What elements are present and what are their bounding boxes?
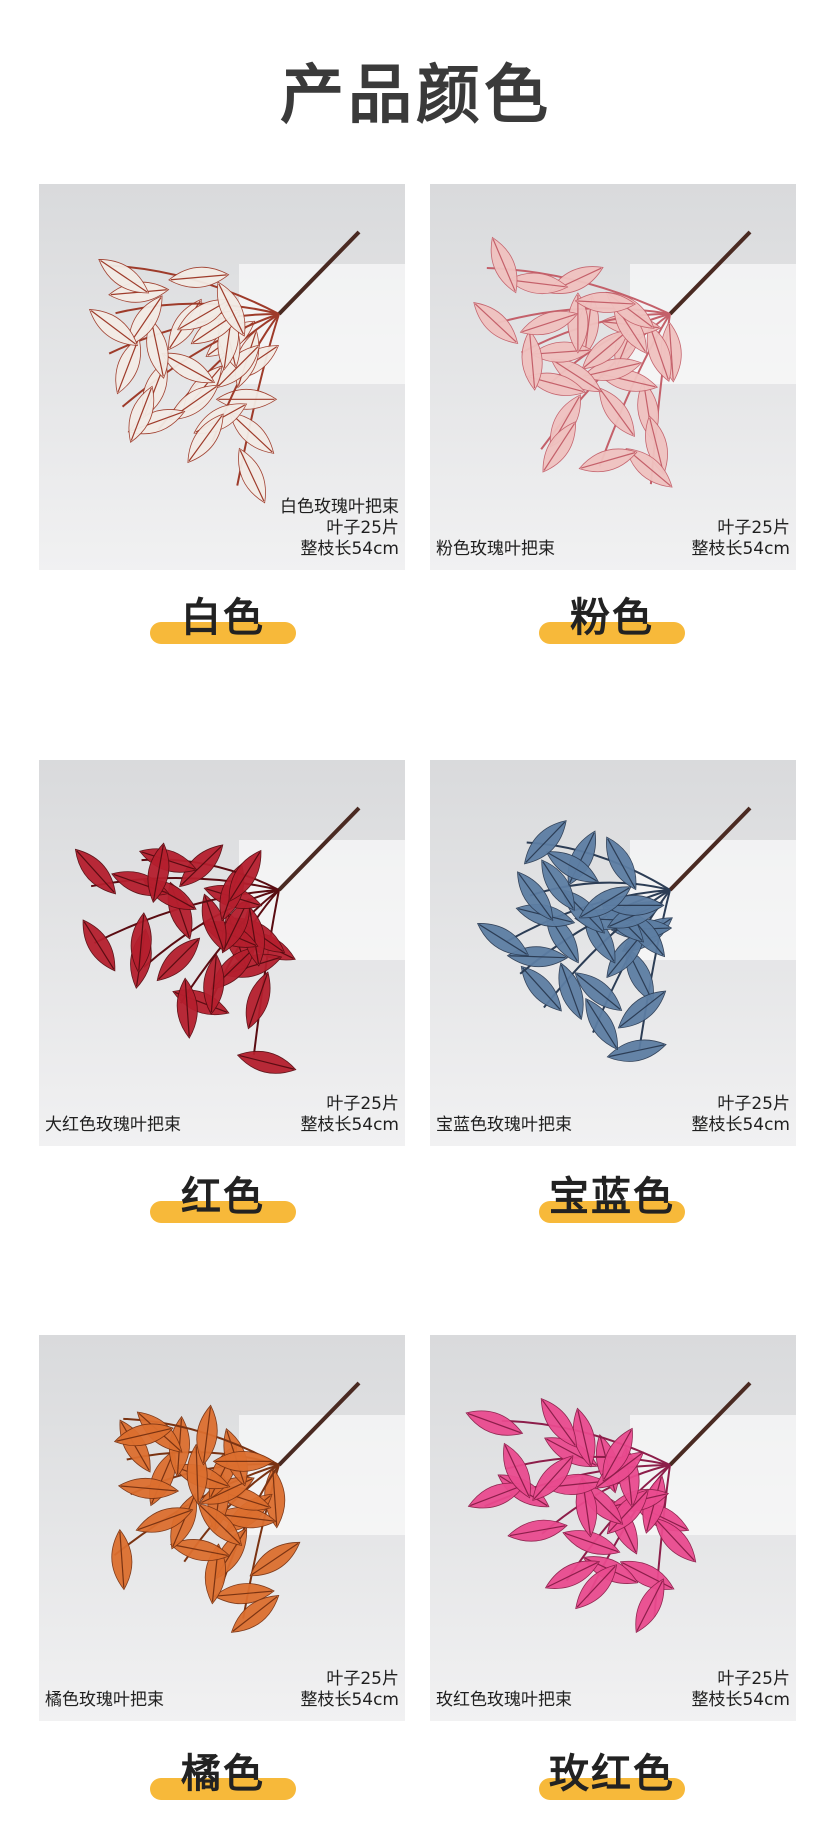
color-label-pink: 粉色: [512, 594, 712, 644]
product-name: 粉色玫瑰叶把束: [436, 539, 555, 559]
product-photo: [430, 184, 796, 570]
product-photo: [430, 760, 796, 1146]
product-photo: [39, 760, 405, 1146]
color-label-white: 白色: [123, 594, 323, 644]
color-label-orange: 橘色: [123, 1750, 323, 1800]
product-photo: [430, 1335, 796, 1721]
product-card-rose-red[interactable]: 叶子25片 玫红色玫瑰叶把束 整枝长54cm: [430, 1335, 796, 1721]
product-photo: [39, 1335, 405, 1721]
branch-length: 整枝长54cm: [691, 1115, 790, 1135]
leaf-info: 叶子25片: [717, 518, 790, 539]
product-card-white[interactable]: 白色玫瑰叶把束 叶子25片 整枝长54cm: [39, 184, 405, 570]
product-name: 玫红色玫瑰叶把束: [436, 1690, 572, 1710]
color-label-royal-blue: 宝蓝色: [512, 1173, 712, 1223]
color-label-red: 红色: [123, 1173, 323, 1223]
leaf-count: 叶子25片: [326, 1669, 399, 1689]
leaf-count: 叶子25片: [717, 1669, 790, 1689]
color-label-rose-red: 玫红色: [512, 1750, 712, 1800]
leaf-count: 叶子25片: [326, 1094, 399, 1114]
branch-length: 整枝长54cm: [691, 539, 790, 559]
product-name: 橘色玫瑰叶把束: [45, 1690, 164, 1710]
branch-length: 整枝长54cm: [300, 1690, 399, 1710]
product-name: 白色玫瑰叶把束: [280, 497, 399, 517]
branch-length: 整枝长54cm: [300, 539, 399, 559]
product-card-red[interactable]: 叶子25片 大红色玫瑰叶把束 整枝长54cm: [39, 760, 405, 1146]
product-name: 大红色玫瑰叶把束: [45, 1115, 181, 1135]
branch-length: 整枝长54cm: [691, 1690, 790, 1710]
product-spec: 白色玫瑰叶把束 叶子25片 整枝长54cm: [280, 497, 399, 560]
product-card-royal-blue[interactable]: 叶子25片 宝蓝色玫瑰叶把束 整枝长54cm: [430, 760, 796, 1146]
leaf-count: 叶子25片: [717, 518, 790, 538]
product-card-orange[interactable]: 叶子25片 橘色玫瑰叶把束 整枝长54cm: [39, 1335, 405, 1721]
product-card-pink[interactable]: 叶子25片 粉色玫瑰叶把束 整枝长54cm: [430, 184, 796, 570]
product-name: 宝蓝色玫瑰叶把束: [436, 1115, 572, 1135]
leaf-count: 叶子25片: [326, 518, 399, 538]
page-title: 产品颜色: [280, 59, 552, 133]
branch-length: 整枝长54cm: [300, 1115, 399, 1135]
leaf-count: 叶子25片: [717, 1094, 790, 1114]
